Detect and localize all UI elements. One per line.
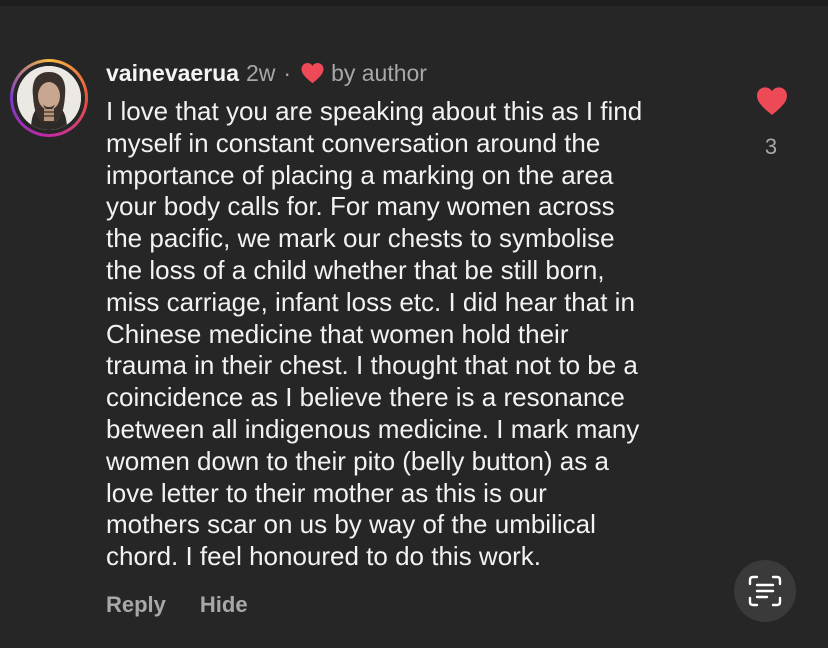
text-scan-icon xyxy=(748,575,782,607)
comment-line: your body calls for. For many women acro… xyxy=(106,191,615,222)
comment-line: love letter to their mother as this is o… xyxy=(106,477,547,508)
comment-line: the pacific, we mark our chests to symbo… xyxy=(106,223,615,254)
comment-line: Chinese medicine that women hold their xyxy=(106,318,569,349)
heart-icon xyxy=(757,87,787,116)
liked-by-author-label: by author xyxy=(331,59,427,86)
comment-line: coincidence as I believe there is a reso… xyxy=(106,382,625,413)
timestamp: 2w xyxy=(245,59,276,86)
comment-meta: vainevaerua 2w · by author xyxy=(106,58,427,88)
comment-line: women down to their pito (belly button) … xyxy=(106,445,609,476)
comment-actions: Reply Hide xyxy=(106,592,248,618)
hide-button[interactable]: Hide xyxy=(200,592,248,618)
like-count[interactable]: 3 xyxy=(756,134,786,160)
avatar[interactable] xyxy=(10,59,88,137)
comment-line: chord. I feel honoured to do this work. xyxy=(106,541,542,572)
comment-line: the loss of a child whether that be stil… xyxy=(106,254,605,285)
comment-text: I love that you are speaking about this … xyxy=(106,96,726,573)
comment: vainevaerua 2w · by author I love that y… xyxy=(0,0,828,648)
comment-line: trauma in their chest. I thought that no… xyxy=(106,350,638,381)
comment-line: myself in constant conversation around t… xyxy=(106,127,601,158)
reply-button[interactable]: Reply xyxy=(106,592,166,618)
comment-line: importance of placing a marking on the a… xyxy=(106,159,614,190)
separator-dot: · xyxy=(283,59,292,86)
avatar-image xyxy=(17,66,81,130)
heart-icon xyxy=(300,62,325,84)
text-recognition-button[interactable] xyxy=(734,560,796,622)
username[interactable]: vainevaerua xyxy=(106,60,239,87)
comment-line: miss carriage, infant loss etc. I did he… xyxy=(106,286,635,317)
comment-line: between all indigenous medicine. I mark … xyxy=(106,413,640,444)
like-button[interactable] xyxy=(755,86,789,116)
comment-line: I love that you are speaking about this … xyxy=(106,96,643,126)
comment-line: mothers scar on us by way of the umbilic… xyxy=(106,509,596,540)
